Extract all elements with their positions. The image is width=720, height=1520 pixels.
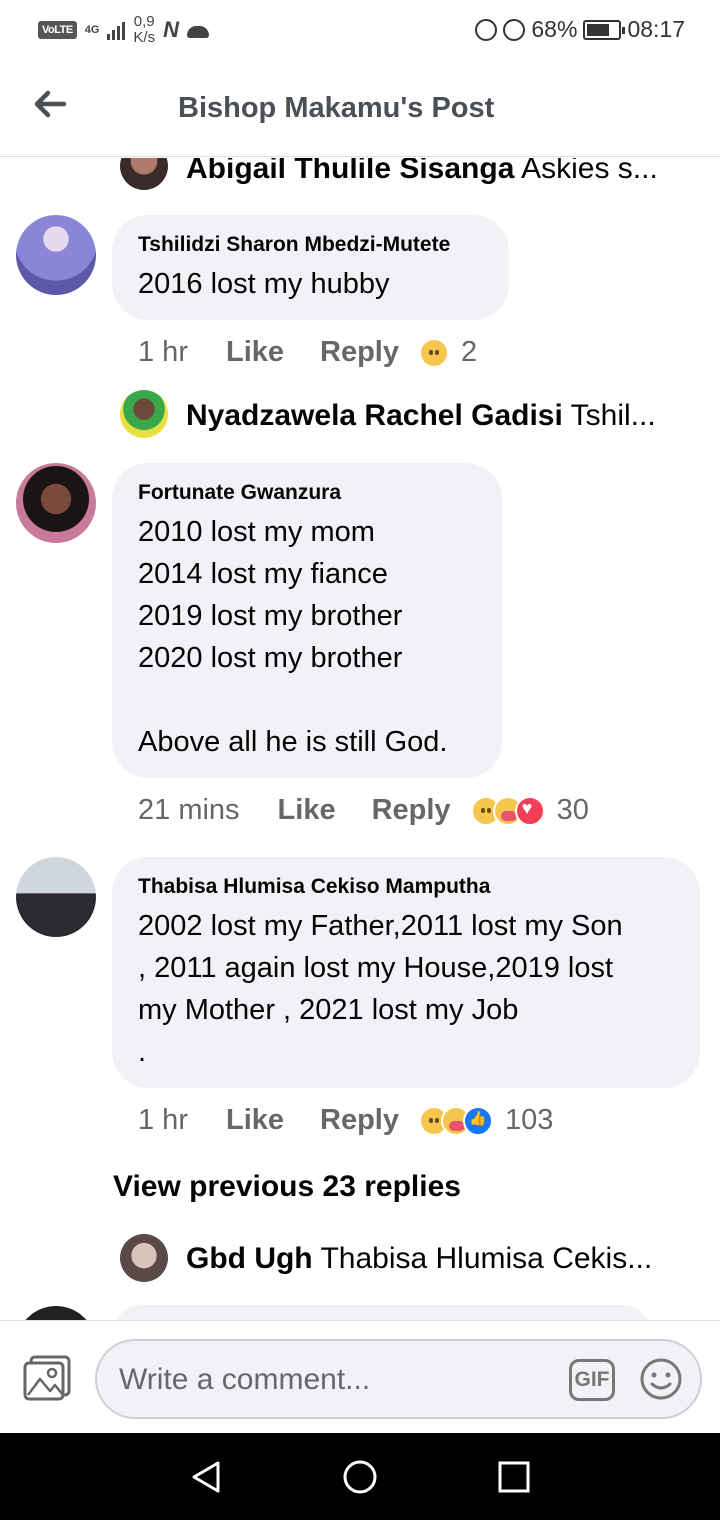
reply-author[interactable]: Nyadzawela Rachel Gadisi [186, 399, 563, 432]
avatar[interactable] [120, 390, 168, 438]
like-reaction-icon [463, 1105, 493, 1136]
reply-button[interactable]: Reply [320, 336, 399, 369]
emoji-icon[interactable] [639, 1357, 683, 1401]
status-right: 68% 08:17 [475, 16, 685, 43]
volte-icon: VoLTE [38, 21, 77, 39]
comment-author[interactable]: Fortunate Gwanzura [138, 481, 476, 505]
avatar[interactable] [16, 1306, 96, 1320]
avatar[interactable] [16, 463, 96, 543]
back-nav-icon[interactable] [188, 1459, 224, 1495]
reply-preview[interactable]: Gbd Ugh Thabisa Hlumisa Cekis... [186, 1242, 676, 1276]
like-button[interactable]: Like [226, 336, 284, 369]
comment-text: 2002 lost my Father,2011 lost my Son , 2… [138, 910, 623, 1068]
comment-bubble[interactable]: Fortunate Gwanzura 2010 lost my mom 2014… [112, 463, 502, 778]
network-speed: 0,9 K/s [133, 14, 155, 46]
clock: 08:17 [627, 16, 685, 42]
status-left: VoLTE 4G 0,9 K/s N [38, 14, 209, 46]
comment-actions: 1 hr Like Reply 103 [138, 1104, 553, 1137]
like-button[interactable]: Like [278, 794, 336, 827]
reply-preview[interactable]: Abigail Thulile Sisanga Askies s... [186, 158, 676, 186]
comment-actions: 21 mins Like Reply 30 [138, 794, 589, 827]
comment-text: 2016 lost my hubby [138, 268, 390, 300]
data-saver-icon [475, 18, 498, 41]
cloud-icon [186, 26, 209, 38]
recents-nav-icon[interactable] [496, 1459, 532, 1495]
comment-text: 2010 lost my mom 2014 lost my fiance 201… [138, 516, 448, 758]
comment-time: 21 mins [138, 794, 240, 826]
reply-preview[interactable]: Nyadzawela Rachel Gadisi Tshil... [186, 399, 676, 433]
comment-time: 1 hr [138, 336, 188, 368]
comment-author[interactable]: Thabisa Hlumisa Cekiso Mamputha [138, 875, 674, 899]
avatar[interactable] [120, 1234, 168, 1282]
page-title: Bishop Makamu's Post [178, 92, 495, 124]
reply-author[interactable]: Gbd Ugh [186, 1242, 313, 1275]
alarm-icon [503, 18, 526, 41]
comment-actions: 1 hr Like Reply 2 [138, 336, 477, 369]
reactions[interactable] [470, 795, 545, 826]
n-notification-icon: N [163, 17, 179, 42]
avatar[interactable] [16, 857, 96, 937]
comment-bubble[interactable] [112, 1305, 652, 1320]
signal-icon [107, 20, 126, 40]
system-nav-bar [0, 1433, 720, 1520]
love-reaction-icon [514, 795, 545, 826]
reaction-count[interactable]: 103 [505, 1104, 553, 1137]
sad-reaction-icon [419, 337, 449, 368]
comment-bubble[interactable]: Tshilidzi Sharon Mbedzi-Mutete 2016 lost… [112, 215, 509, 320]
reply-author[interactable]: Abigail Thulile Sisanga [186, 158, 514, 185]
reaction-count[interactable]: 30 [557, 794, 589, 827]
gif-button[interactable]: GIF [569, 1359, 615, 1401]
back-arrow-icon[interactable] [30, 84, 70, 124]
avatar[interactable] [16, 215, 96, 295]
photo-icon[interactable] [22, 1355, 72, 1401]
network-type: 4G [84, 23, 100, 36]
comments-feed[interactable]: Abigail Thulile Sisanga Askies s... Tshi… [0, 158, 720, 1320]
comment-placeholder: Write a comment... [119, 1363, 371, 1396]
reply-button[interactable]: Reply [372, 794, 451, 827]
reactions[interactable] [419, 337, 449, 368]
comment-composer: Write a comment... GIF [0, 1320, 720, 1433]
battery-percent: 68% [531, 16, 578, 42]
network-speed-value: 0,9 [133, 13, 155, 30]
reactions[interactable] [419, 1105, 493, 1136]
comment-input[interactable]: Write a comment... GIF [95, 1339, 702, 1419]
like-button[interactable]: Like [226, 1104, 284, 1137]
battery-icon [583, 19, 626, 40]
reaction-count[interactable]: 2 [461, 336, 477, 369]
home-nav-icon[interactable] [342, 1459, 378, 1495]
comment-time: 1 hr [138, 1104, 188, 1136]
status-bar: VoLTE 4G 0,9 K/s N 68% 08:17 [0, 0, 720, 60]
comment-author[interactable]: Tshilidzi Sharon Mbedzi-Mutete [138, 233, 483, 257]
avatar[interactable] [120, 158, 168, 190]
reply-snippet: Tshil... [570, 399, 656, 432]
view-previous-replies[interactable]: View previous 23 replies [113, 1170, 461, 1204]
reply-snippet: Askies s... [521, 158, 658, 185]
post-header: Bishop Makamu's Post [0, 60, 720, 157]
reply-button[interactable]: Reply [320, 1104, 399, 1137]
network-speed-unit: K/s [133, 29, 156, 46]
reply-snippet: Thabisa Hlumisa Cekis... [320, 1242, 653, 1275]
comment-bubble[interactable]: Thabisa Hlumisa Cekiso Mamputha 2002 los… [112, 857, 700, 1088]
